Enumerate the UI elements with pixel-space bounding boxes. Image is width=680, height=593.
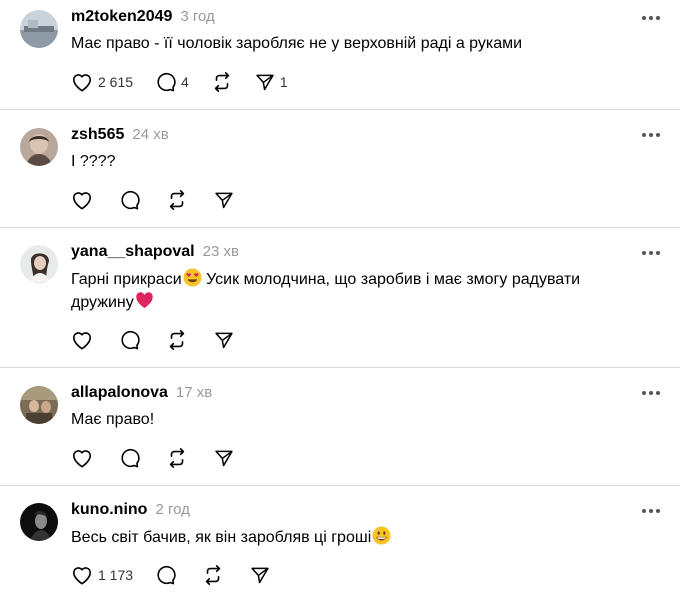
like-count: 1 173 <box>98 567 134 583</box>
more-options-icon[interactable] <box>642 508 660 514</box>
user-line: kuno.nino 2 год <box>71 501 190 519</box>
user-line: allapalonova 17 хв <box>71 384 212 402</box>
username[interactable]: zsh565 <box>71 126 124 144</box>
comments-feed: m2token2049 3 год Має право - її чоловік… <box>0 0 680 593</box>
repost-button[interactable] <box>202 564 224 586</box>
reply-button[interactable] <box>119 448 140 469</box>
comment-text-part: Гарні прикраси <box>71 271 182 288</box>
comment-bubble-icon <box>121 448 140 467</box>
reply-button[interactable]: 4 <box>155 72 189 93</box>
smiling-face-with-heart-eyes-icon <box>183 268 202 287</box>
grinning-face-icon <box>372 526 391 545</box>
repost-arrows-icon <box>169 448 185 468</box>
timestamp[interactable]: 24 хв <box>132 126 168 143</box>
user-line: zsh565 24 хв <box>71 126 169 144</box>
share-button[interactable] <box>214 330 234 350</box>
avatar[interactable] <box>20 10 58 48</box>
comment-text-part: Весь світ бачив, як він заробляв ці грош… <box>71 529 372 546</box>
reply-button[interactable] <box>155 565 176 586</box>
avatar[interactable] <box>20 245 58 283</box>
comment-text: І ???? <box>71 153 116 170</box>
repost-button[interactable] <box>166 329 188 351</box>
action-bar <box>71 328 256 352</box>
username[interactable]: m2token2049 <box>71 8 172 26</box>
comment-item: kuno.nino 2 год Весь світ бачив, як він … <box>0 486 680 593</box>
comment-bubble-icon <box>157 565 176 584</box>
comment-text: Гарні прикраси Усик молодчина, що зароби… <box>71 268 641 314</box>
timestamp[interactable]: 23 хв <box>203 243 239 260</box>
more-options-icon[interactable] <box>642 250 660 256</box>
heart-icon <box>73 332 91 350</box>
reply-button[interactable] <box>119 330 140 351</box>
repost-arrows-icon <box>205 565 221 585</box>
comment-item: yana__shapoval 23 хв Гарні прикраси Усик… <box>0 228 680 368</box>
like-button[interactable] <box>71 190 93 210</box>
comment-item: zsh565 24 хв І ???? <box>0 110 680 228</box>
heart-icon <box>73 192 91 210</box>
user-line: yana__shapoval 23 хв <box>71 243 239 261</box>
comment-bubble-icon <box>121 190 140 209</box>
comment-item: m2token2049 3 год Має право - її чоловік… <box>0 0 680 110</box>
comment-bubble-icon <box>121 330 140 349</box>
repost-arrows-icon <box>169 190 185 210</box>
heart-icon <box>73 74 91 92</box>
avatar[interactable] <box>20 128 58 166</box>
timestamp[interactable]: 2 год <box>155 501 189 518</box>
like-button[interactable] <box>71 330 93 350</box>
action-bar <box>71 446 256 470</box>
share-button[interactable] <box>250 565 270 585</box>
action-bar: 1 173 <box>71 563 292 587</box>
repost-button[interactable] <box>166 447 188 469</box>
like-button[interactable] <box>71 448 93 468</box>
share-button[interactable] <box>214 448 234 468</box>
username[interactable]: allapalonova <box>71 384 168 402</box>
send-icon <box>215 450 233 467</box>
more-options-icon[interactable] <box>642 15 660 21</box>
send-icon <box>215 192 233 209</box>
timestamp[interactable]: 17 хв <box>176 384 212 401</box>
send-icon <box>215 332 233 349</box>
user-line: m2token2049 3 год <box>71 8 215 26</box>
share-button[interactable] <box>214 190 234 210</box>
heart-icon <box>73 450 91 468</box>
username[interactable]: kuno.nino <box>71 501 147 519</box>
share-button[interactable]: 1 <box>255 72 288 92</box>
more-options-icon[interactable] <box>642 390 660 396</box>
more-options-icon[interactable] <box>642 132 660 138</box>
share-count: 1 <box>279 74 288 90</box>
red-heart-icon <box>135 292 153 309</box>
like-button[interactable]: 1 173 <box>71 565 133 585</box>
comment-item: allapalonova 17 хв Має право! <box>0 368 680 486</box>
like-count: 2 615 <box>98 74 134 90</box>
reply-button[interactable] <box>119 190 140 211</box>
timestamp[interactable]: 3 год <box>180 8 214 25</box>
comment-bubble-icon <box>157 72 176 91</box>
repost-arrows-icon <box>214 72 230 92</box>
repost-button[interactable] <box>211 71 233 93</box>
repost-arrows-icon <box>169 330 185 350</box>
send-icon <box>256 74 274 91</box>
avatar[interactable] <box>20 386 58 424</box>
action-bar: 2 615 4 1 <box>71 70 310 94</box>
comment-text: Має право! <box>71 411 155 428</box>
repost-button[interactable] <box>166 189 188 211</box>
like-button[interactable]: 2 615 <box>71 72 133 92</box>
reply-count: 4 <box>181 74 189 90</box>
avatar[interactable] <box>20 503 58 541</box>
send-icon <box>251 567 269 584</box>
action-bar <box>71 188 256 212</box>
comment-text: Весь світ бачив, як він заробляв ці грош… <box>71 526 651 549</box>
username[interactable]: yana__shapoval <box>71 243 195 261</box>
heart-icon <box>73 567 91 585</box>
comment-text: Має право - її чоловік заробляє не у вер… <box>71 35 523 52</box>
